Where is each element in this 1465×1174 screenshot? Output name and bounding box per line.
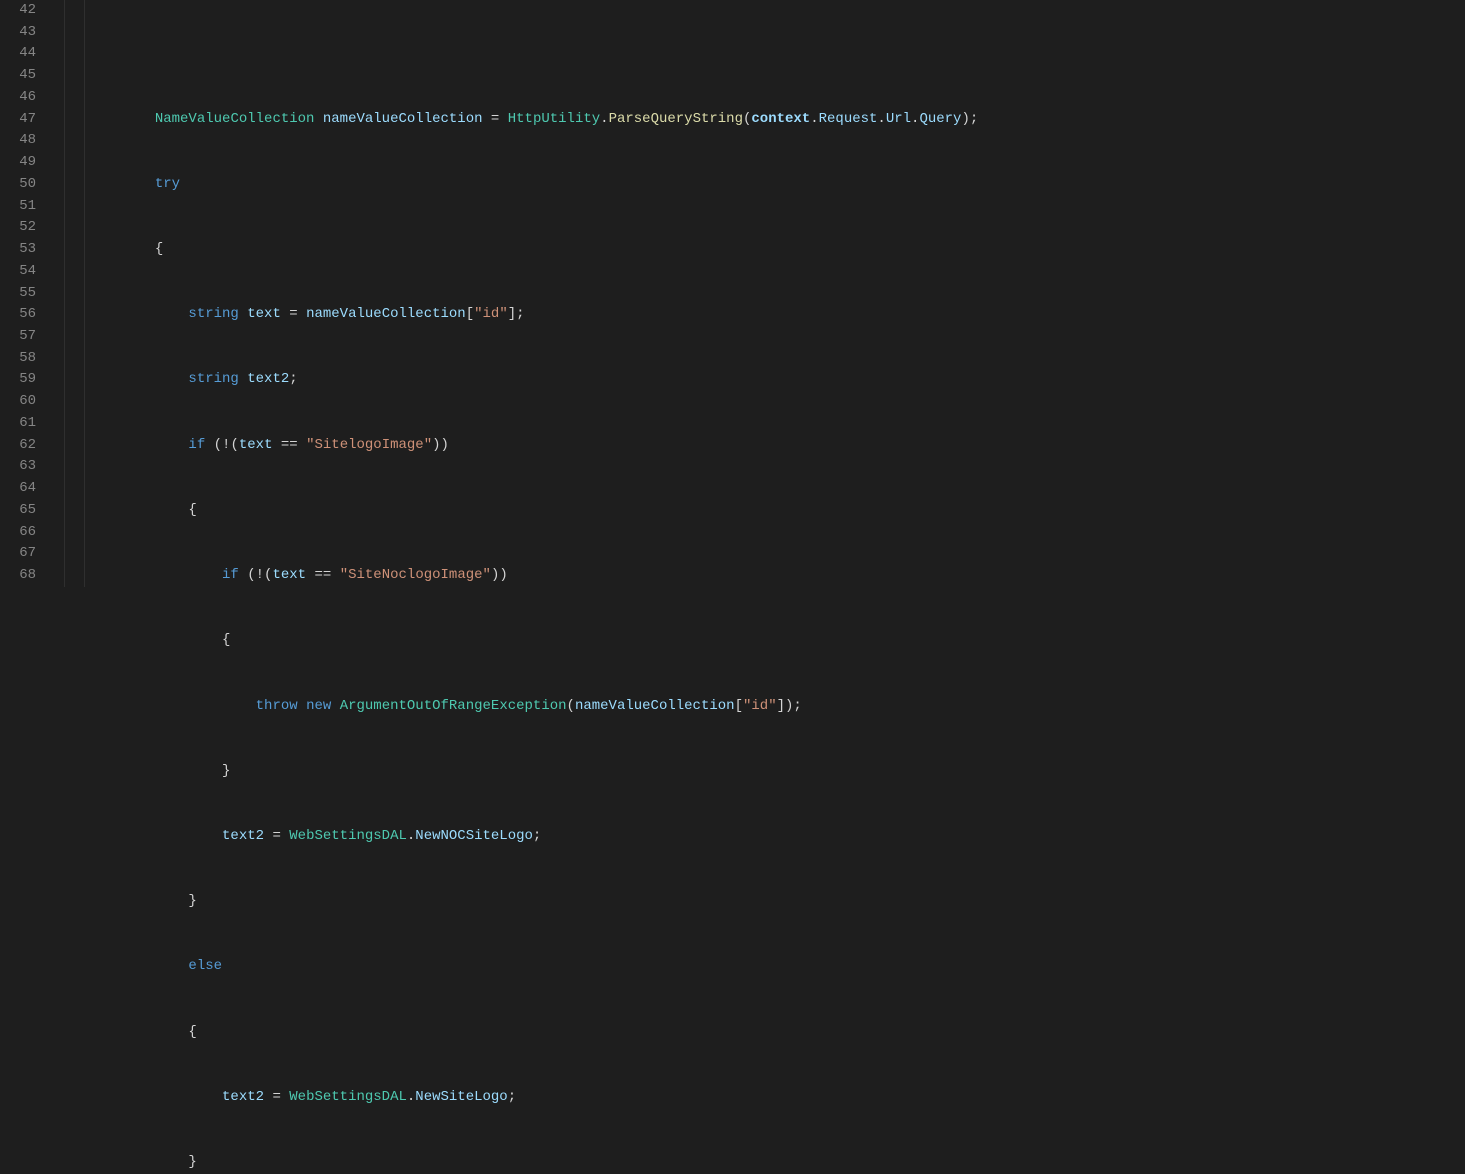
line-number: 42 xyxy=(6,0,36,22)
code-line[interactable]: { xyxy=(54,1022,1465,1044)
code-line[interactable]: { xyxy=(54,500,1465,522)
line-number: 46 xyxy=(6,87,36,109)
line-number: 53 xyxy=(6,239,36,261)
code-line[interactable]: { xyxy=(54,239,1465,261)
code-area[interactable]: NameValueCollection nameValueCollection … xyxy=(54,0,1465,587)
code-line[interactable]: } xyxy=(54,891,1465,913)
line-number: 65 xyxy=(6,500,36,522)
code-line[interactable]: if (!(text == "SiteNoclogoImage")) xyxy=(54,565,1465,587)
line-number: 49 xyxy=(6,152,36,174)
line-number: 48 xyxy=(6,130,36,152)
line-number: 52 xyxy=(6,217,36,239)
line-number: 68 xyxy=(6,565,36,587)
code-line[interactable]: } xyxy=(54,761,1465,783)
code-line[interactable]: try xyxy=(54,174,1465,196)
line-number: 60 xyxy=(6,391,36,413)
line-number: 50 xyxy=(6,174,36,196)
line-number: 45 xyxy=(6,65,36,87)
code-line[interactable]: NameValueCollection nameValueCollection … xyxy=(54,109,1465,131)
code-line[interactable]: text2 = WebSettingsDAL.NewNOCSiteLogo; xyxy=(54,826,1465,848)
code-line[interactable]: if (!(text == "SitelogoImage")) xyxy=(54,435,1465,457)
line-number: 63 xyxy=(6,456,36,478)
code-line[interactable]: { xyxy=(54,630,1465,652)
line-number: 58 xyxy=(6,348,36,370)
line-number: 62 xyxy=(6,435,36,457)
code-line[interactable]: throw new ArgumentOutOfRangeException(na… xyxy=(54,696,1465,718)
code-line[interactable]: else xyxy=(54,956,1465,978)
code-line[interactable]: } xyxy=(54,1152,1465,1174)
line-number: 54 xyxy=(6,261,36,283)
line-number: 59 xyxy=(6,369,36,391)
code-line[interactable]: text2 = WebSettingsDAL.NewSiteLogo; xyxy=(54,1087,1465,1109)
line-number-gutter: 42 43 44 45 46 47 48 49 50 51 52 53 54 5… xyxy=(0,0,54,587)
line-number: 67 xyxy=(6,543,36,565)
line-number: 66 xyxy=(6,522,36,544)
line-number: 57 xyxy=(6,326,36,348)
line-number: 61 xyxy=(6,413,36,435)
line-number: 55 xyxy=(6,283,36,305)
line-number: 56 xyxy=(6,304,36,326)
line-number: 44 xyxy=(6,43,36,65)
line-number: 64 xyxy=(6,478,36,500)
code-editor[interactable]: 42 43 44 45 46 47 48 49 50 51 52 53 54 5… xyxy=(0,0,1465,587)
line-number: 43 xyxy=(6,22,36,44)
line-number: 51 xyxy=(6,196,36,218)
indent-guide xyxy=(84,0,85,587)
code-line[interactable]: string text2; xyxy=(54,369,1465,391)
code-line[interactable]: string text = nameValueCollection["id"]; xyxy=(54,304,1465,326)
indent-guide xyxy=(64,0,65,587)
line-number: 47 xyxy=(6,109,36,131)
